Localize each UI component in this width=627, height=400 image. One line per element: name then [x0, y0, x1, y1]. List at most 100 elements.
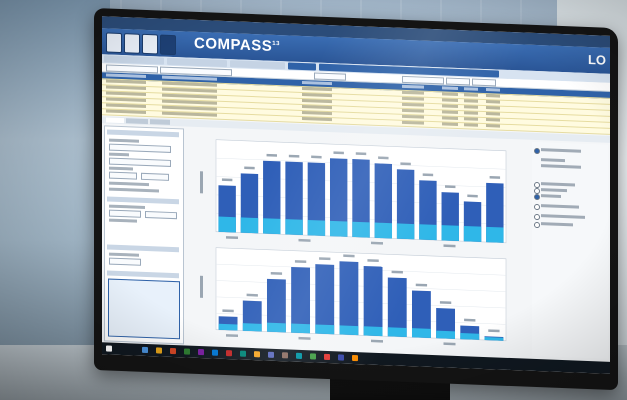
- table-cell: [442, 98, 458, 102]
- option-radio[interactable]: [534, 203, 540, 211]
- monitor-screen: COMPASS13 LO: [102, 16, 610, 374]
- table-cell: [464, 123, 478, 127]
- option-radio[interactable]: [534, 221, 540, 229]
- table-cell: [486, 88, 500, 92]
- taskbar-app-icon[interactable]: [170, 347, 176, 355]
- bottom-chart-bar: [363, 265, 383, 337]
- settings-input[interactable]: [109, 171, 137, 180]
- filter-input[interactable]: [472, 78, 496, 87]
- taskbar-app-icon[interactable]: [226, 350, 232, 357]
- settings-input[interactable]: [109, 157, 171, 167]
- taskbar-app-icon[interactable]: [240, 350, 246, 357]
- top-chart-bar-value-label: [355, 152, 367, 156]
- settings-input[interactable]: [109, 143, 171, 153]
- table-cell: [402, 90, 424, 95]
- table-cell: [402, 114, 424, 119]
- bottom-chart-bar-base: [411, 328, 431, 338]
- home-button[interactable]: [106, 32, 122, 54]
- settings-input[interactable]: [145, 210, 177, 220]
- toolbar-button-3[interactable]: [160, 34, 176, 56]
- bottom-chart-x-tick-label: [371, 339, 383, 343]
- bottom-chart-bar-value-label: [439, 301, 452, 305]
- bottom-chart-bar-value-label: [222, 309, 234, 313]
- top-chart-bar-base: [396, 223, 415, 240]
- table-cell: [486, 118, 500, 122]
- table-cell: [402, 84, 424, 89]
- table-cell: [464, 99, 478, 103]
- taskbar-app-icon[interactable]: [310, 353, 316, 360]
- table-cell: [486, 124, 500, 128]
- taskbar-app-icon[interactable]: [156, 347, 162, 354]
- settings-section-header: [107, 196, 179, 205]
- top-chart-bar-base: [218, 216, 236, 233]
- taskbar-app-icon[interactable]: [254, 351, 260, 358]
- taskbar-app-icon[interactable]: [296, 352, 302, 359]
- taskbar-app-icon[interactable]: [352, 354, 358, 362]
- table-cell: [302, 116, 332, 122]
- filter-input[interactable]: [446, 77, 470, 86]
- settings-panel: [104, 125, 184, 345]
- table-cell: [106, 79, 146, 84]
- subtab[interactable]: [126, 118, 148, 125]
- bottom-chart-bar-base: [266, 322, 286, 333]
- table-cell: [442, 110, 458, 114]
- taskbar-app-icon[interactable]: [268, 351, 274, 358]
- subtab[interactable]: [106, 117, 124, 124]
- top-chart-bar-base: [352, 221, 370, 238]
- top-chart-bar-value-label: [221, 178, 233, 182]
- table-cell: [486, 100, 500, 104]
- option-label: [541, 188, 567, 193]
- app-title-suffix: 13: [272, 40, 280, 48]
- table-cell: [302, 104, 332, 110]
- settings-input[interactable]: [109, 209, 141, 218]
- table-cell: [106, 73, 146, 78]
- settings-input[interactable]: [109, 257, 141, 266]
- bottom-chart-y-axis-label: [200, 275, 203, 298]
- settings-label: [109, 152, 129, 157]
- taskbar-app-icon[interactable]: [212, 349, 218, 356]
- header-cell: [288, 62, 316, 71]
- taskbar-app-icon[interactable]: [142, 346, 148, 354]
- taskbar-app-icon[interactable]: [184, 348, 190, 355]
- top-chart-bar-base: [419, 224, 437, 241]
- filter-input[interactable]: [314, 72, 346, 81]
- settings-section-header: [107, 244, 179, 253]
- table-cell: [402, 120, 424, 125]
- taskbar-app-icon[interactable]: [338, 354, 344, 361]
- option-radio[interactable]: [534, 147, 540, 155]
- taskbar-app-icon[interactable]: [198, 348, 204, 356]
- top-chart-y-axis-label: [200, 171, 203, 194]
- top-chart-bar-value-label: [333, 151, 344, 155]
- windows-start-icon[interactable]: [106, 345, 112, 352]
- top-chart-bar-value-label: [288, 154, 300, 158]
- toolbar-button-1[interactable]: [124, 33, 140, 54]
- table-cell: [486, 106, 500, 110]
- taskbar-app-icon[interactable]: [282, 352, 288, 359]
- settings-label: [109, 181, 149, 187]
- company-logo: LO: [587, 51, 606, 68]
- option-label: [541, 158, 565, 163]
- table-cell: [302, 86, 332, 92]
- taskbar-app-icon[interactable]: [324, 353, 330, 361]
- bottom-chart-bar-value-label: [391, 270, 403, 274]
- table-cell: [486, 94, 500, 98]
- table-cell: [464, 87, 478, 91]
- settings-label: [109, 166, 133, 171]
- top-chart-bar-value-label: [266, 153, 277, 157]
- table-cell: [106, 85, 146, 90]
- table-cell: [464, 111, 478, 115]
- toolbar-button-2[interactable]: [142, 33, 158, 55]
- option-radio[interactable]: [534, 213, 540, 221]
- subtab[interactable]: [150, 119, 170, 125]
- bottom-chart-bar: [315, 264, 335, 335]
- settings-section-header: [107, 129, 179, 138]
- top-chart-bar-base: [240, 217, 259, 234]
- settings-input[interactable]: [141, 172, 169, 181]
- option-radio[interactable]: [534, 193, 540, 201]
- bar-charts: [200, 139, 507, 346]
- bottom-chart-bar-base: [291, 323, 311, 334]
- top-chart-bar-base: [463, 225, 482, 242]
- top-chart-x-tick-label: [298, 238, 311, 242]
- table-cell: [464, 105, 478, 109]
- table-cell: [442, 92, 458, 96]
